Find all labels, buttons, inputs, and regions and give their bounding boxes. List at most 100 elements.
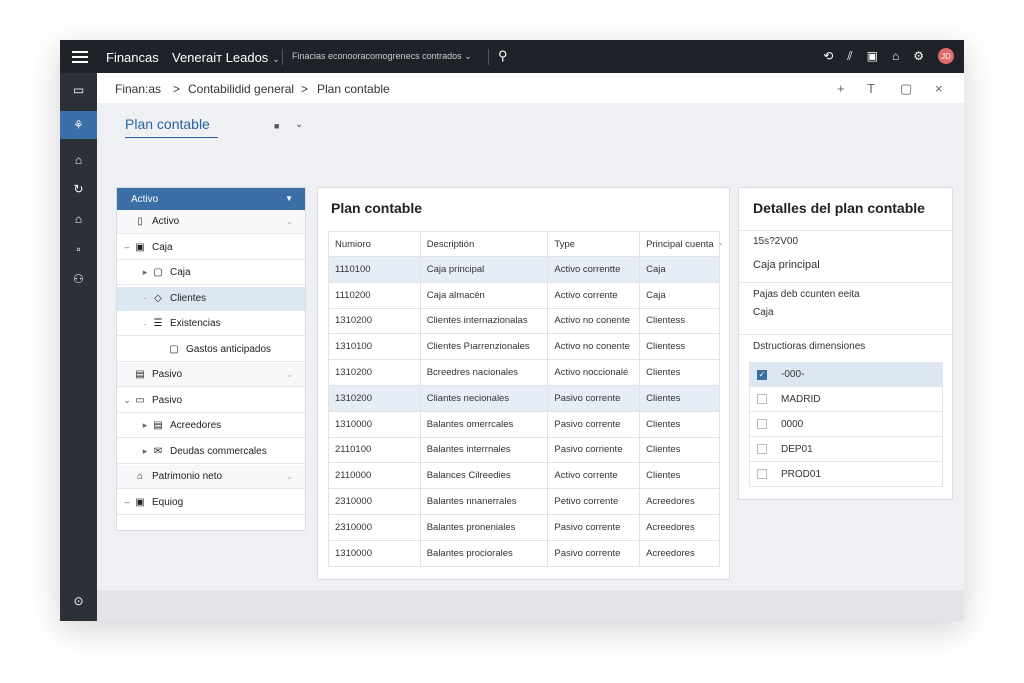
dimension-item[interactable]: DEP01 xyxy=(749,437,943,462)
nav-modules-icon[interactable]: ▭ xyxy=(60,76,97,104)
nav-reports-icon[interactable]: ▫ xyxy=(60,235,97,263)
tree-item-label: Clientes xyxy=(170,292,207,304)
account-icon: ▣ xyxy=(135,241,145,253)
expander-icon[interactable]: ▸ xyxy=(139,446,151,457)
checkbox[interactable] xyxy=(757,444,767,454)
pin-icon[interactable]: T xyxy=(867,81,875,96)
table-row[interactable]: 1310200 Cliantes necionales Pasivo corrent… xyxy=(328,384,720,412)
breadcrumb-item[interactable]: Plan contable xyxy=(317,82,390,96)
breadcrumb-item[interactable]: Finan:as xyxy=(115,82,161,96)
account-icon: ▤ xyxy=(135,369,145,380)
chevron-down-icon[interactable]: ⌄ xyxy=(286,472,293,481)
nav-finance-icon[interactable]: ⚘ xyxy=(60,111,97,139)
expander-icon[interactable]: · xyxy=(139,319,151,329)
table-cell: Petivo corrente xyxy=(547,488,641,515)
expander-icon[interactable]: ⌄ xyxy=(121,395,133,406)
checkbox[interactable]: ✓ xyxy=(757,369,767,380)
nav-help-icon[interactable]: ⊙ xyxy=(60,587,97,615)
field-label: Pajas deb ccunten eeita xyxy=(753,289,860,300)
table-row[interactable]: 2310000 Balantes nnanerrales Petivo corren… xyxy=(328,488,720,515)
nav-bag-icon[interactable]: ⌂ xyxy=(60,205,97,233)
tree-item[interactable]: ⌂ Patrimonio neto ⌄ xyxy=(117,465,305,489)
tree-item[interactable]: ▸ ▢ Caja xyxy=(117,261,305,285)
expander-icon[interactable]: · xyxy=(139,293,151,303)
column-header[interactable]: Numioro xyxy=(328,231,421,257)
page-title[interactable]: Plan contable xyxy=(125,116,218,138)
app-name[interactable]: Financas xyxy=(106,50,159,65)
tree-item[interactable]: – ▣ Equiog xyxy=(117,491,305,515)
dimension-item[interactable]: PROD01 xyxy=(749,462,943,487)
dimension-item[interactable]: ✓ -000- xyxy=(749,362,943,387)
tree-item[interactable]: ▸ ▤ Acreedores xyxy=(117,414,305,438)
column-header[interactable]: Descriptión xyxy=(419,231,549,257)
table-row[interactable]: 1310000 Balantes prociorales Pasivo corren… xyxy=(328,539,720,567)
field-value[interactable]: Caja xyxy=(753,307,774,318)
tree-item-label: Deudas commercales xyxy=(170,445,267,457)
breadcrumb-item[interactable]: Contabilidid general xyxy=(188,82,294,96)
notifications-icon[interactable]: ⌂ xyxy=(892,49,899,63)
tree-item[interactable]: · ☰ Existencias xyxy=(117,312,305,336)
expander-icon[interactable]: ▸ xyxy=(139,267,151,278)
company-selector[interactable]: Veneraiт Leados ⌄ xyxy=(172,50,280,65)
tree-item[interactable]: – ▣ Caja xyxy=(117,236,305,260)
column-header[interactable]: Type xyxy=(547,231,641,257)
chevron-down-icon[interactable]: ⌄ xyxy=(295,119,303,130)
tree-item[interactable]: ▯ Activo ⌄ xyxy=(117,210,305,234)
chart-icon[interactable]: ⫽ xyxy=(847,49,852,64)
search-icon[interactable]: ⚲ xyxy=(498,48,508,64)
table-row[interactable]: 1110100 Caja principal Activo correntte Caj… xyxy=(328,256,720,283)
avatar[interactable]: JD xyxy=(938,48,954,64)
nav-home-icon[interactable]: ⌂ xyxy=(60,146,97,174)
table-cell: 2110000 xyxy=(328,462,421,490)
status-bar xyxy=(97,590,964,621)
breadcrumb-separator: > xyxy=(173,82,181,96)
add-icon[interactable]: + xyxy=(837,81,845,96)
tree-item[interactable]: ⌄ ▭ Pasivo xyxy=(117,389,305,413)
table-row[interactable]: 1310200 Clientes internazionalas Activo no… xyxy=(328,307,720,335)
table-row[interactable]: 1310000 Balantes omerrcales Pasivo corrent… xyxy=(328,410,720,438)
details-panel: Detalles del plan contable 15s?2V00 Caja… xyxy=(738,187,953,500)
tree-item[interactable]: ▸ ✉ Deudas commercales xyxy=(117,440,305,464)
expander-icon[interactable]: – xyxy=(121,497,133,507)
tree-header-dropdown[interactable]: Activo ▼ xyxy=(117,188,305,210)
nav-people-icon[interactable]: ⚇ xyxy=(60,265,97,293)
breadcrumb: Finan:as > Contabilidid general > Plan c… xyxy=(97,73,964,103)
table-cell: 1310200 xyxy=(328,384,421,412)
chevron-down-icon[interactable]: ⌄ xyxy=(286,370,293,379)
checkbox[interactable] xyxy=(757,469,767,479)
close-icon[interactable]: × xyxy=(935,81,943,96)
environment-path[interactable]: Finacias econooracomogrenecs contrados ⌄ xyxy=(292,51,472,62)
table-row[interactable]: 1110200 Caja almacén Activo corrente Caja xyxy=(328,281,720,309)
table-row[interactable]: 1310200 Bcreedres nacionales Activo noccio… xyxy=(328,359,720,386)
table-cell: Cliantes necionales xyxy=(419,384,549,412)
settings-icon[interactable]: ⚙ xyxy=(913,49,924,63)
table-cell: Activo no conente xyxy=(547,307,641,335)
column-header-label: Type xyxy=(554,238,575,250)
nav-refresh-icon[interactable]: ↻ xyxy=(60,175,97,203)
table-row[interactable]: 2110100 Balantes interrnales Pasivo corrie… xyxy=(328,436,720,464)
account-icon: ▯ xyxy=(137,216,143,227)
column-header[interactable]: Principal cuenta ⌄ xyxy=(639,231,724,257)
hamburger-menu-icon[interactable] xyxy=(72,48,88,64)
tree-item[interactable]: · ◇ Clientes xyxy=(117,286,305,311)
chevron-down-icon[interactable]: ⌄ xyxy=(718,239,724,247)
table-row[interactable]: 2310000 Balantes proneniales Pasivo corren… xyxy=(328,513,720,541)
chevron-down-icon[interactable]: ⌄ xyxy=(286,217,293,226)
dimension-item[interactable]: 0000 xyxy=(749,412,943,437)
expander-icon[interactable]: ▸ xyxy=(139,420,151,431)
view-options-icon[interactable]: ■ xyxy=(274,121,279,131)
checkbox[interactable] xyxy=(757,394,767,404)
dimension-label: DEP01 xyxy=(781,443,813,455)
tree-item[interactable]: ▤ Pasivo ⌄ xyxy=(117,363,305,387)
notes-icon[interactable]: ▣ xyxy=(867,49,878,63)
table-row[interactable]: 1310100 Clientes Pıarrenzionales Activo no… xyxy=(328,333,720,361)
restore-window-icon[interactable]: ▢ xyxy=(900,81,912,97)
sync-icon[interactable]: ⟲ xyxy=(823,49,833,63)
tree-item-label: Caja xyxy=(170,267,191,278)
expander-icon[interactable]: – xyxy=(121,242,133,252)
table-row[interactable]: 2110000 Balances Cilreedies Activo corrent… xyxy=(328,462,720,490)
tree-item[interactable]: ▢ Gastos anticipados xyxy=(117,338,305,362)
divider xyxy=(739,230,952,231)
checkbox[interactable] xyxy=(757,419,767,429)
dimension-item[interactable]: MADRID xyxy=(749,387,943,412)
